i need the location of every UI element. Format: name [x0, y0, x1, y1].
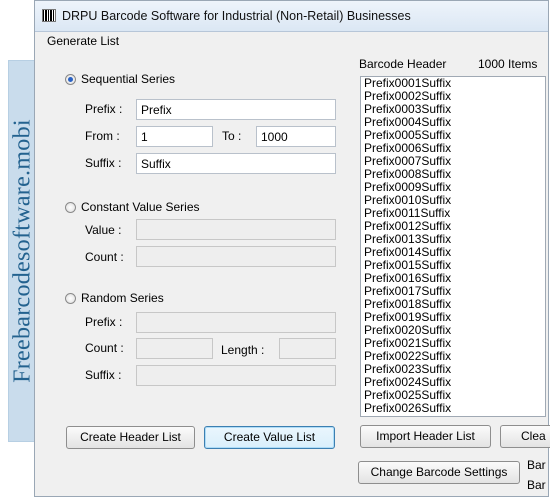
window-title: DRPU Barcode Software for Industrial (No…: [62, 9, 411, 23]
seq-prefix-input[interactable]: Prefix: [136, 99, 336, 120]
seq-suffix-label: Suffix :: [85, 156, 122, 170]
list-items-container: Prefix0001Suffix Prefix0002Suffix Prefix00…: [361, 77, 545, 415]
side-label-2: Bar: [527, 478, 546, 492]
barcode-app-icon: [42, 9, 56, 22]
app-window: DRPU Barcode Software for Industrial (No…: [34, 0, 550, 497]
rand-suffix-input[interactable]: [136, 365, 336, 386]
constant-value-series-label[interactable]: Constant Value Series: [81, 200, 200, 214]
seq-from-label: From :: [85, 129, 120, 143]
seq-to-input[interactable]: 1000: [256, 126, 336, 147]
create-header-list-button[interactable]: Create Header List: [66, 426, 195, 449]
barcode-header-list[interactable]: Prefix0001Suffix Prefix0002Suffix Prefix00…: [360, 76, 546, 417]
rand-prefix-input[interactable]: [136, 312, 336, 333]
rand-length-input[interactable]: [279, 338, 336, 359]
title-bar[interactable]: DRPU Barcode Software for Industrial (No…: [35, 1, 548, 32]
rand-count-label: Count :: [85, 341, 124, 355]
seq-to-label: To :: [222, 129, 242, 143]
clear-button[interactable]: Clea: [500, 425, 550, 448]
const-value-input[interactable]: [136, 219, 336, 240]
sequential-series-radio[interactable]: [65, 74, 76, 85]
seq-suffix-input[interactable]: Suffix: [136, 153, 336, 174]
change-barcode-settings-button[interactable]: Change Barcode Settings: [358, 461, 520, 484]
const-count-label: Count :: [85, 250, 124, 264]
random-series-radio[interactable]: [65, 293, 76, 304]
watermark-text: Freebarcodesoftware.mobi: [9, 119, 36, 383]
items-count-label: 1000 Items: [478, 57, 538, 71]
rand-prefix-label: Prefix :: [85, 315, 123, 329]
import-header-list-button[interactable]: Import Header List: [360, 425, 491, 448]
constant-value-series-radio[interactable]: [65, 202, 76, 213]
seq-prefix-label: Prefix :: [85, 102, 123, 116]
create-value-list-button[interactable]: Create Value List: [204, 426, 335, 449]
const-value-label: Value :: [85, 223, 122, 237]
random-series-label[interactable]: Random Series: [81, 291, 164, 305]
rand-length-label: Length :: [221, 343, 265, 357]
rand-count-input[interactable]: [136, 338, 213, 359]
list-item[interactable]: Prefix0026Suffix: [361, 402, 545, 415]
sequential-series-label[interactable]: Sequential Series: [81, 72, 175, 86]
const-count-input[interactable]: [136, 246, 336, 267]
side-label-1: Bar: [527, 458, 546, 472]
barcode-header-label: Barcode Header: [359, 57, 447, 71]
seq-from-input[interactable]: 1: [136, 126, 213, 147]
rand-suffix-label: Suffix :: [85, 368, 122, 382]
generate-list-group-title: Generate List: [47, 34, 120, 48]
